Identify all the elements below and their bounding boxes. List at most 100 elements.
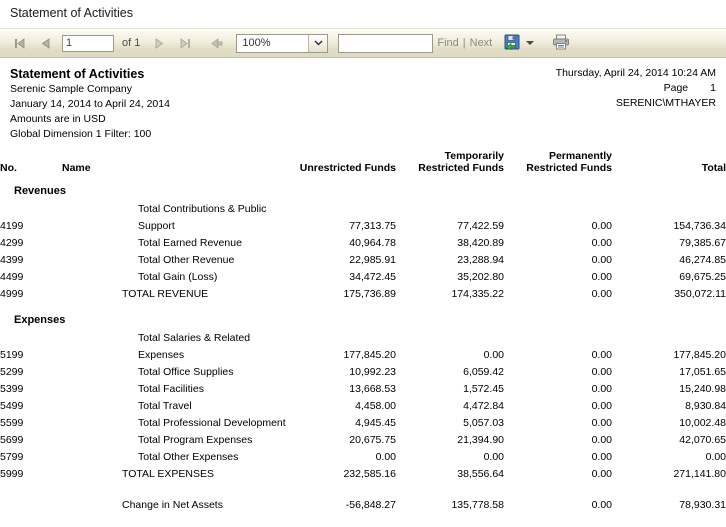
cell-temporarily-restricted-funds: 21,394.90 [457,434,504,446]
cell-permanently-restricted-funds: 0.00 [591,451,612,463]
column-header-no: No. [0,162,17,174]
next-page-button[interactable] [148,32,170,54]
find-button[interactable]: Find [437,37,458,49]
cell-unrestricted-funds: 4,945.45 [355,417,396,429]
column-header-unrestricted-label: Unrestricted Funds [299,162,396,174]
cell-account-no: 5799 [0,451,24,463]
save-disk-icon [504,34,521,53]
report-page-number: 1 [710,82,716,94]
export-dropdown-caret-icon[interactable] [526,41,535,45]
cell-unrestricted-funds: 177,845.20 [343,349,396,361]
cell-account-name: Total Earned Revenue [138,237,242,249]
cell-account-no: 5499 [0,400,24,412]
zoom-value: 100% [242,37,271,49]
cell-account-no: 5199 [0,349,24,361]
cell-total: 350,072.11 [674,288,726,300]
report-header-right: Thursday, April 24, 2014 10:24 AM Page 1… [556,66,716,111]
cell-temporarily-restricted-funds: 38,556.64 [457,468,504,480]
cell-permanently-restricted-funds: 0.00 [591,288,612,300]
section-label: Expenses [14,314,66,326]
cell-account-name: Total Other Expenses [138,451,239,463]
table-header: No. Name Unrestricted Funds Temporarily … [0,150,726,174]
cell-permanently-restricted-funds: 0.00 [591,468,612,480]
cell-permanently-restricted-funds: 0.00 [591,417,612,429]
table-row: 5499 Total Travel 4,458.00 4,472.84 0.00 8,93… [0,398,726,415]
cell-total: 79,385.67 [679,237,726,249]
print-button[interactable] [552,34,570,53]
statement-table: No. Name Unrestricted Funds Temporarily … [0,150,726,514]
cell-account-no: 4299 [0,237,24,249]
cell-account-no: 4499 [0,271,24,283]
cell-permanently-restricted-funds: 0.00 [591,349,612,361]
cell-unrestricted-funds: 0.00 [375,451,396,463]
cell-account-no: 5999 [0,468,24,480]
cell-total: 42,070.65 [679,434,726,446]
cell-total: 69,675.25 [679,271,726,283]
first-page-button[interactable] [8,32,30,54]
table-row: 5799 Total Other Expenses 0.00 0.00 0.00 0.00 [0,449,726,466]
cell-account-name: Total Travel [138,400,192,412]
export-button[interactable] [504,34,535,53]
zoom-select[interactable]: 100% [236,33,329,53]
column-header-total: Total [701,162,726,174]
page-title: Statement of Activities [10,6,133,20]
cell-temporarily-restricted-funds: 23,288.94 [457,254,504,266]
last-page-button[interactable] [174,32,196,54]
cell-account-no: 5299 [0,366,24,378]
table-row: 5199 Total Salaries & Related Expenses 177… [0,330,726,364]
cell-account-name: Change in Net Assets [122,499,223,511]
cell-temporarily-restricted-funds: 38,420.89 [457,237,504,249]
column-header-unrestricted-funds: Unrestricted Funds [294,150,396,174]
cell-permanently-restricted-funds: 0.00 [591,434,612,446]
cell-total: 46,274.85 [679,254,726,266]
cell-total: 177,845.20 [673,349,726,361]
table-row: 5699 Total Program Expenses 20,675.75 21,39… [0,432,726,449]
cell-account-no [0,483,62,514]
cell-unrestricted-funds: 77,313.75 [349,220,396,232]
table-header-row: No. Name Unrestricted Funds Temporarily … [0,150,726,174]
cell-account-name: Total Salaries & Related Expenses [138,332,251,361]
cell-permanently-restricted-funds: 0.00 [591,271,612,283]
cell-total: 15,240.98 [679,383,726,395]
cell-temporarily-restricted-funds: 135,778.58 [451,499,504,511]
cell-unrestricted-funds: 10,992.23 [349,366,396,378]
report-printed-on: Thursday, April 24, 2014 10:24 AM [555,67,716,79]
table-row: 5399 Total Facilities 13,668.53 1,572.45 0.0… [0,381,726,398]
table-row: 4399 Total Other Revenue 22,985.91 23,288.9… [0,252,726,269]
cell-account-name: Total Program Expenses [138,434,253,446]
cell-account-name: Total Other Revenue [138,254,235,266]
find-next-button[interactable]: Next [470,37,493,49]
previous-page-button[interactable] [34,32,56,54]
cell-account-name: TOTAL EXPENSES [122,468,215,480]
cell-account-name: Total Office Supplies [138,366,234,378]
cell-account-no: 4999 [0,288,24,300]
column-header-temporarily-line2: Restricted Funds [418,162,504,174]
find-input[interactable] [338,33,434,53]
column-header-name: Name [62,162,91,174]
table-row: 4299 Total Earned Revenue 40,964.78 38,420.… [0,235,726,252]
report-user: SERENIC\MTHAYER [615,97,716,109]
column-header-temporarily-restricted-funds: Temporarily Restricted Funds [396,150,504,174]
cell-temporarily-restricted-funds: 0.00 [483,349,504,361]
cell-total: 8,930.84 [685,400,726,412]
cell-total: 17,051.65 [679,366,726,378]
table-row: 5299 Total Office Supplies 10,992.23 6,059.… [0,364,726,381]
page-count-label: of 1 [122,37,141,49]
section-header-row: Expenses [0,303,726,330]
report-page-word: Page [663,82,689,94]
cell-unrestricted-funds: 4,458.00 [355,400,396,412]
cell-temporarily-restricted-funds: 4,472.84 [463,400,504,412]
cell-temporarily-restricted-funds: 77,422.59 [457,220,504,232]
cell-account-name: Total Gain (Loss) [138,271,218,283]
cell-temporarily-restricted-funds: 35,202.80 [457,271,504,283]
back-to-parent-report-button[interactable] [206,32,228,54]
cell-permanently-restricted-funds: 0.00 [591,254,612,266]
report-currency-note: Amounts are in USD [10,113,106,125]
cell-permanently-restricted-funds: 0.00 [591,220,612,232]
cell-unrestricted-funds: 20,675.75 [349,434,396,446]
column-header-permanently-line2: Restricted Funds [526,162,612,174]
page-number-input[interactable] [62,34,114,52]
cell-temporarily-restricted-funds: 174,335.22 [451,288,504,300]
chevron-down-icon[interactable] [308,34,328,52]
cell-account-no: 5399 [0,383,24,395]
